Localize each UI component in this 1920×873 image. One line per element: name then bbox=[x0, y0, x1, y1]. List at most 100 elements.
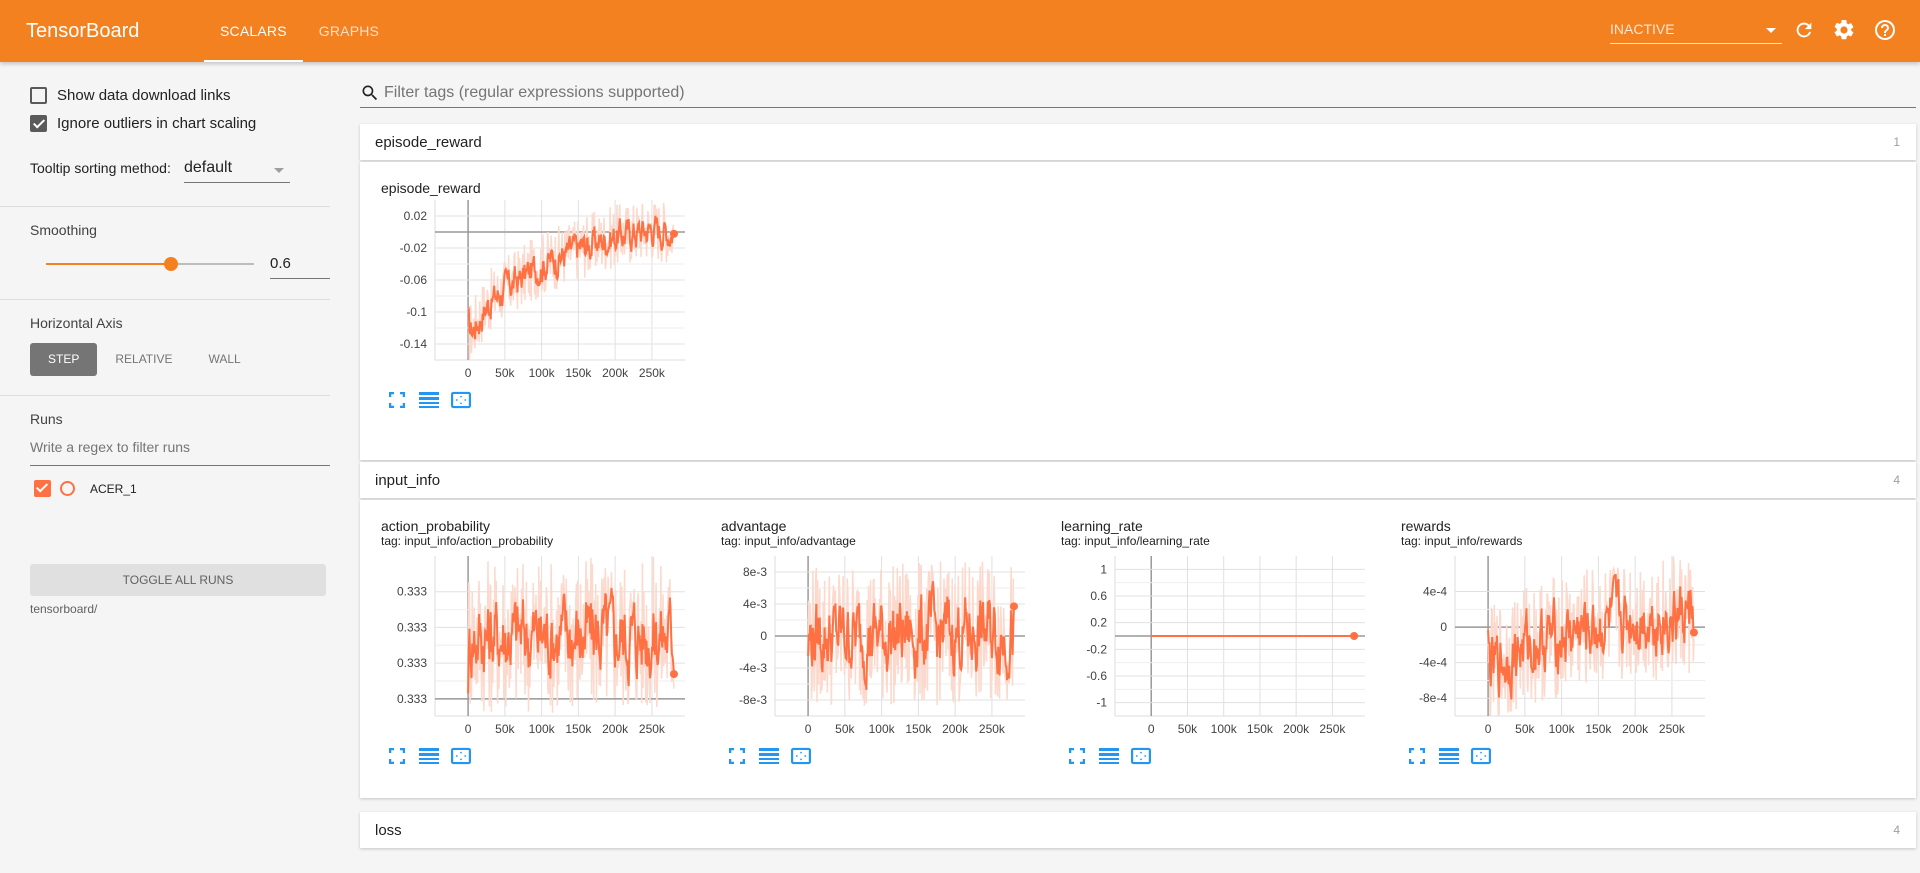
toggle-y-log-list-icon[interactable] bbox=[1439, 746, 1459, 766]
divider bbox=[0, 299, 330, 300]
chart-actions bbox=[387, 390, 471, 410]
ignore-outliers-checkbox[interactable] bbox=[30, 115, 47, 132]
smoothing-slider-handle[interactable] bbox=[163, 257, 178, 271]
y-tick-label: 4e-3 bbox=[743, 597, 767, 611]
x-tick-label: 50k bbox=[835, 722, 855, 736]
chart-card-learning-rate: learning_rate tag: input_info/learning_ra… bbox=[1040, 518, 1380, 798]
x-tick-label: 100k bbox=[1211, 722, 1238, 736]
series-last-point bbox=[669, 670, 678, 679]
y-tick-label: -0.14 bbox=[400, 337, 428, 351]
run-filter-input[interactable]: Write a regex to filter runs bbox=[30, 436, 330, 466]
run-color-swatch bbox=[60, 481, 75, 496]
settings-gear-icon[interactable] bbox=[1831, 17, 1857, 43]
chart-plot[interactable]: 0 50k 100k 150k 200k 250k 1 0.6 0.2 -0.2 -0.6 -1 bbox=[1040, 518, 1380, 778]
fullscreen-icon[interactable] bbox=[1067, 746, 1087, 766]
fit-domain-icon[interactable] bbox=[1131, 746, 1151, 766]
fullscreen-icon[interactable] bbox=[727, 746, 747, 766]
status-dropdown[interactable]: INACTIVE bbox=[1610, 16, 1782, 44]
x-tick-label: 250k bbox=[639, 366, 666, 380]
chart-actions bbox=[1407, 746, 1491, 766]
x-tick-label: 150k bbox=[1585, 722, 1612, 736]
toggle-y-log-list-icon[interactable] bbox=[419, 390, 439, 410]
group-header-episode-reward[interactable]: episode_reward 1 bbox=[360, 124, 1916, 160]
fit-domain-icon[interactable] bbox=[1471, 746, 1491, 766]
divider bbox=[0, 206, 330, 207]
sidebar: Show data download links Ignore outliers… bbox=[0, 62, 330, 873]
tag-filter[interactable]: Filter tags (regular expressions support… bbox=[360, 78, 1916, 108]
tooltip-sorting-label: Tooltip sorting method: bbox=[30, 160, 171, 176]
axis-step-button[interactable]: STEP bbox=[30, 343, 98, 376]
group-title: loss bbox=[375, 821, 402, 839]
smoothing-slider[interactable] bbox=[46, 257, 254, 271]
x-tick-label: 50k bbox=[1178, 722, 1198, 736]
chart-actions bbox=[387, 746, 471, 766]
tab-graphs[interactable]: GRAPHS bbox=[303, 0, 395, 62]
help-icon[interactable] bbox=[1872, 17, 1898, 43]
series-last-point bbox=[669, 229, 678, 238]
y-tick-label: -0.06 bbox=[400, 273, 428, 287]
y-tick-label: 0 bbox=[760, 629, 767, 643]
tab-scalars[interactable]: SCALARS bbox=[204, 0, 303, 62]
chart-plot[interactable]: 0 50k 100k 150k 200k 250k 0.333 0.333 0.333 0.333 bbox=[360, 518, 700, 778]
group-body-episode-reward: episode_reward 0 50k 100k 150k 200k 250k 0.02 -0… bbox=[360, 162, 1916, 460]
x-tick-label: 200k bbox=[942, 722, 969, 736]
main-content: Filter tags (regular expressions support… bbox=[360, 62, 1920, 873]
show-download-links-option[interactable]: Show data download links bbox=[30, 87, 230, 104]
refresh-icon[interactable] bbox=[1791, 17, 1817, 43]
x-tick-label: 0 bbox=[805, 722, 812, 736]
axis-wall-button[interactable]: WALL bbox=[190, 343, 258, 376]
toggle-all-runs-button[interactable]: TOGGLE ALL RUNS bbox=[30, 564, 326, 596]
y-tick-label: 8e-3 bbox=[743, 565, 767, 579]
toggle-y-log-list-icon[interactable] bbox=[419, 746, 439, 766]
ignore-outliers-option[interactable]: Ignore outliers in chart scaling bbox=[30, 115, 256, 132]
group-count: 1 bbox=[1893, 135, 1900, 149]
chart-plot[interactable]: 0 50k 100k 150k 200k 250k 4e-4 0 -4e-4 -8e-4 bbox=[1380, 518, 1720, 778]
x-tick-label: 100k bbox=[869, 722, 896, 736]
x-tick-label: 150k bbox=[565, 366, 592, 380]
tooltip-sorting-dropdown[interactable]: default bbox=[184, 157, 290, 183]
horizontal-axis-label: Horizontal Axis bbox=[30, 315, 123, 331]
x-tick-label: 150k bbox=[905, 722, 932, 736]
toggle-y-log-list-icon[interactable] bbox=[759, 746, 779, 766]
fullscreen-icon[interactable] bbox=[1407, 746, 1427, 766]
y-tick-label: 0.333 bbox=[397, 656, 427, 670]
fullscreen-icon[interactable] bbox=[387, 746, 407, 766]
x-tick-label: 50k bbox=[1515, 722, 1535, 736]
y-tick-label: 0.6 bbox=[1090, 589, 1107, 603]
smoothing-slider-fill bbox=[46, 263, 171, 265]
group-header-input-info[interactable]: input_info 4 bbox=[360, 462, 1916, 498]
run-checkbox[interactable] bbox=[34, 480, 51, 497]
fit-domain-icon[interactable] bbox=[451, 390, 471, 410]
chart-card-advantage: advantage tag: input_info/advantage 0 50k 10… bbox=[700, 518, 1040, 798]
y-tick-label: -8e-3 bbox=[739, 693, 767, 707]
x-tick-label: 0 bbox=[465, 366, 472, 380]
chart-plot[interactable]: 0 50k 100k 150k 200k 250k 8e-3 4e-3 0 -4e-3 -8e-3 bbox=[700, 518, 1040, 778]
axis-relative-button[interactable]: RELATIVE bbox=[97, 343, 190, 376]
fit-domain-icon[interactable] bbox=[451, 746, 471, 766]
y-tick-label: 0.333 bbox=[397, 620, 427, 634]
smoothing-input[interactable]: 0.6 bbox=[270, 253, 330, 279]
tag-filter-placeholder: Filter tags (regular expressions support… bbox=[384, 83, 685, 101]
series-last-point bbox=[1009, 602, 1018, 611]
x-tick-label: 250k bbox=[1319, 722, 1346, 736]
show-download-links-checkbox[interactable] bbox=[30, 87, 47, 104]
x-tick-label: 250k bbox=[1659, 722, 1686, 736]
x-tick-label: 0 bbox=[465, 722, 472, 736]
top-app-bar: TensorBoard SCALARS GRAPHS INACTIVE bbox=[0, 0, 1920, 62]
fit-domain-icon[interactable] bbox=[791, 746, 811, 766]
fullscreen-icon[interactable] bbox=[387, 390, 407, 410]
x-tick-label: 250k bbox=[639, 722, 666, 736]
group-header-loss[interactable]: loss 4 bbox=[360, 812, 1916, 848]
smoothing-label: Smoothing bbox=[30, 222, 97, 238]
toggle-y-log-list-icon[interactable] bbox=[1099, 746, 1119, 766]
run-item[interactable]: ACER_1 bbox=[34, 480, 137, 497]
group-body-input-info: action_probability tag: input_info/action… bbox=[360, 500, 1916, 798]
y-tick-label: -1 bbox=[1096, 696, 1107, 710]
x-tick-label: 200k bbox=[602, 722, 629, 736]
y-tick-label: 0.2 bbox=[1090, 616, 1107, 630]
y-tick-label: 1 bbox=[1100, 562, 1107, 576]
y-tick-label: 0.333 bbox=[397, 585, 427, 599]
show-download-links-label: Show data download links bbox=[57, 87, 231, 104]
x-tick-label: 150k bbox=[1247, 722, 1274, 736]
x-tick-label: 200k bbox=[602, 366, 629, 380]
